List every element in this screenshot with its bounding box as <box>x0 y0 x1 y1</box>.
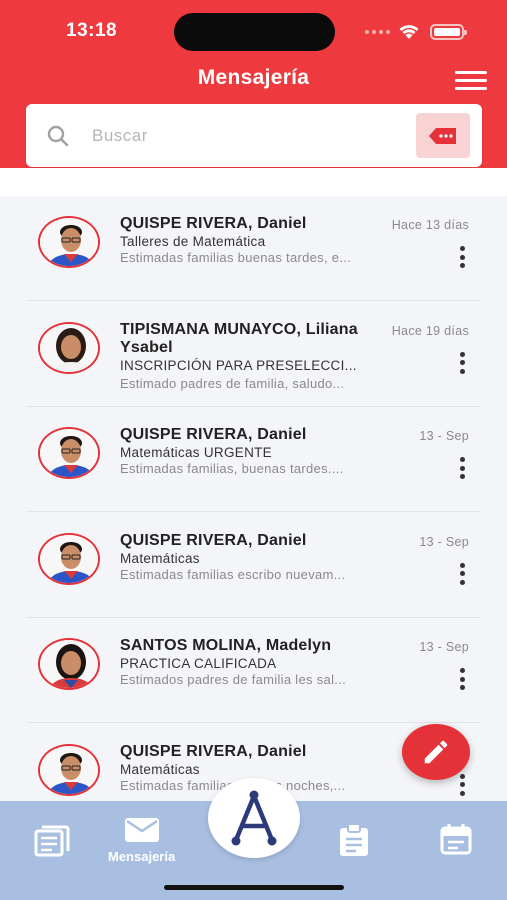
mail-icon <box>124 818 159 842</box>
home-indicator <box>164 885 344 890</box>
signal-icon <box>365 30 390 34</box>
sender-name: QUISPE RIVERA, Daniel <box>120 426 307 443</box>
message-list: QUISPE RIVERA, Daniel Talleres de Matemát… <box>0 196 507 801</box>
sender-name: QUISPE RIVERA, Daniel <box>120 531 307 549</box>
search-icon <box>47 125 69 147</box>
message-subject: Matemáticas URGENTE <box>120 445 272 460</box>
message-date: 13 - Sep <box>419 534 469 549</box>
more-vert-icon[interactable] <box>458 457 466 479</box>
message-date: Hace 13 días <box>391 218 469 232</box>
message-item[interactable]: QUISPE RIVERA, Daniel Talleres de Matemát… <box>26 196 481 301</box>
tag-icon <box>429 127 456 144</box>
message-date: 13 - Sep <box>419 429 469 443</box>
dynamic-island <box>174 13 335 51</box>
assignment-icon <box>340 823 368 856</box>
wifi-icon <box>399 25 419 39</box>
avatar <box>38 638 100 690</box>
sender-name: TIPISMANA MUNAYCO, Liliana Ysabel <box>120 320 358 356</box>
message-subject: Matemáticas <box>120 761 200 777</box>
app-header: 13:18 Mensajería <box>0 0 507 168</box>
sender-name: QUISPE RIVERA, Daniel <box>120 215 307 232</box>
edit-icon <box>424 740 448 764</box>
message-item[interactable]: TIPISMANA MUNAYCO, Liliana Ysabel INSCRIP… <box>26 302 481 407</box>
message-preview: Estimadas familias escribo nuevam... <box>120 566 346 582</box>
message-preview: Estimadas familias buenas tardes, e... <box>120 250 352 265</box>
avatar <box>38 216 100 268</box>
more-vert-icon[interactable] <box>458 668 466 690</box>
message-subject: Talleres de Matemática <box>120 234 266 249</box>
message-item[interactable]: QUISPE RIVERA, Daniel Matemáticas URGENTE… <box>26 407 481 512</box>
nav-calendar[interactable] <box>440 823 472 855</box>
message-date: 13 - Sep <box>419 640 469 654</box>
more-vert-icon[interactable] <box>458 246 466 268</box>
message-subject: Matemáticas <box>120 550 200 566</box>
filter-tag-button[interactable] <box>416 113 470 158</box>
nav-news[interactable] <box>34 825 70 857</box>
message-item[interactable]: QUISPE RIVERA, Daniel Matemáticas Estimada… <box>26 513 481 618</box>
nav-tasks[interactable] <box>338 823 370 857</box>
app-logo-button[interactable] <box>208 778 300 858</box>
more-vert-icon[interactable] <box>458 351 466 374</box>
message-item[interactable]: SANTOS MOLINA, Madelyn PRACTICA CALIFICAD… <box>26 618 481 723</box>
message-preview: Estimado padres de familia, saludo... <box>120 375 345 391</box>
avatar <box>38 321 100 374</box>
nav-messaging[interactable]: Mensajería <box>108 817 175 864</box>
more-vert-icon[interactable] <box>458 773 466 796</box>
search-input[interactable] <box>92 122 392 150</box>
calendar-icon <box>440 824 472 855</box>
more-vert-icon[interactable] <box>458 562 466 585</box>
compose-button[interactable] <box>402 724 470 780</box>
status-time: 13:18 <box>66 20 118 41</box>
menu-icon[interactable] <box>455 71 487 91</box>
news-icon <box>34 825 70 857</box>
avatar <box>38 427 100 479</box>
logo-icon <box>231 790 277 846</box>
sender-name: QUISPE RIVERA, Daniel <box>120 742 307 760</box>
message-subject: PRACTICA CALIFICADA <box>120 656 277 671</box>
nav-messaging-label: Mensajería <box>108 849 176 864</box>
message-preview: Estimados padres de familia les sal... <box>120 672 346 687</box>
sender-name: SANTOS MOLINA, Madelyn <box>120 637 332 654</box>
message-subject: INSCRIPCIÓN PARA PRESELECCI... <box>120 357 357 373</box>
avatar <box>38 532 100 585</box>
battery-icon <box>430 24 467 40</box>
header-spacer <box>0 168 507 196</box>
message-preview: Estimadas familias, buenas tardes.... <box>120 461 344 476</box>
page-title: Mensajería <box>197 66 310 89</box>
message-date: Hace 19 días <box>391 323 469 338</box>
avatar <box>38 743 100 796</box>
search-bar <box>26 104 482 167</box>
